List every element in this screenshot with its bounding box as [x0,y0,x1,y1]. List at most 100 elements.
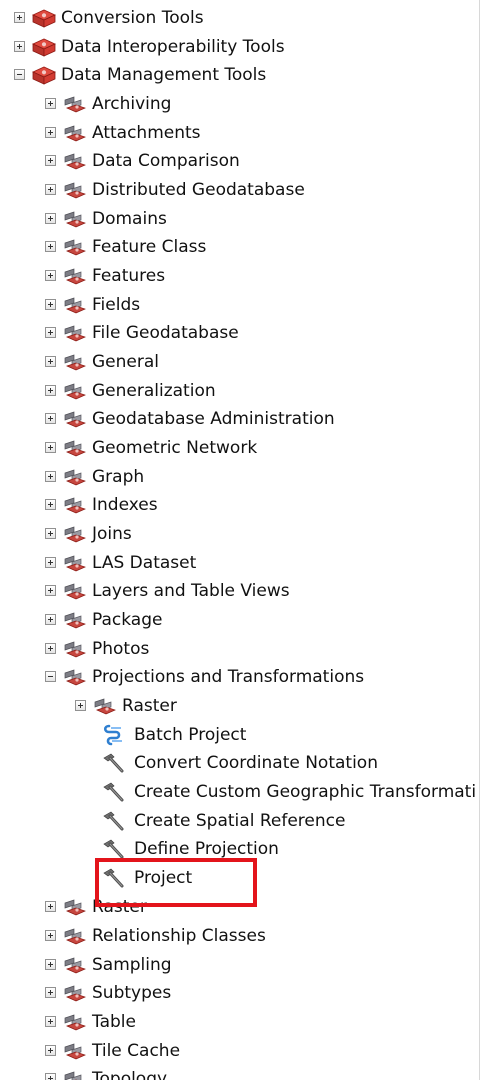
tree-item-data-comparison[interactable]: Data Comparison [0,146,240,175]
tree-item-data-management-tools[interactable]: Data Management Tools [0,60,266,89]
tool-convert-coordinate-notation[interactable]: Convert Coordinate Notation [0,748,378,777]
expand-button[interactable] [45,1045,56,1056]
expand-button[interactable] [45,471,56,482]
tree-item-projections-and-transformations[interactable]: Projections and Transformations [0,662,364,691]
tree-item-layers-and-table-views[interactable]: Layers and Table Views [0,576,290,605]
expand-button[interactable] [45,327,56,338]
toolset-icon [64,182,86,198]
expand-button[interactable] [45,959,56,970]
tree-item-label: Domains [92,208,167,229]
tool-project[interactable]: Project [0,863,192,892]
tree-item-projections-raster[interactable]: Raster [0,691,177,720]
tree-item-label: Geodatabase Administration [92,408,335,429]
toolset-icon [64,612,86,628]
expand-button[interactable] [14,41,25,52]
tree-item-features[interactable]: Features [0,261,165,290]
collapse-button[interactable] [14,69,25,80]
tree-item-topology[interactable]: Topology [0,1064,167,1080]
tree-item-label: Data Comparison [92,150,240,171]
tree-item-label: Raster [92,896,147,917]
expand-button[interactable] [45,442,56,453]
tree-item-attachments[interactable]: Attachments [0,118,201,147]
collapse-button[interactable] [45,671,56,682]
tree-item-label: Topology [92,1068,168,1080]
expand-button[interactable] [45,585,56,596]
tree-item-label: Layers and Table Views [92,580,290,601]
tree-item-file-geodatabase[interactable]: File Geodatabase [0,318,239,347]
expand-button[interactable] [45,299,56,310]
tree-item-label: Tile Cache [92,1040,181,1061]
tree-item-fields[interactable]: Fields [0,290,140,319]
tool-label: Batch Project [134,724,247,745]
tree-item-label: Conversion Tools [61,7,204,28]
expand-button[interactable] [75,700,86,711]
toolset-icon [64,1071,82,1080]
expand-button[interactable] [45,213,56,224]
expand-button[interactable] [45,643,56,654]
tree-item-subtypes[interactable]: Subtypes [0,978,171,1007]
tool-batch-project[interactable]: Batch Project [0,720,246,749]
tree-item-domains[interactable]: Domains [0,204,167,233]
tool-create-custom-geographic-transformation[interactable]: Create Custom Geographic Transformati [0,777,476,806]
tree-item-photos[interactable]: Photos [0,634,149,663]
tree-item-geodatabase-administration[interactable]: Geodatabase Administration [0,404,335,433]
tree-item-table[interactable]: Table [0,1007,136,1036]
tree-item-indexes[interactable]: Indexes [0,490,158,519]
tool-label: Convert Coordinate Notation [134,752,378,773]
expand-button[interactable] [45,241,56,252]
tree-item-raster[interactable]: Raster [0,892,147,921]
tree-item-label: Archiving [92,93,172,114]
tree-item-distributed-geodatabase[interactable]: Distributed Geodatabase [0,175,305,204]
toolset-icon [64,440,86,456]
tree-item-geometric-network[interactable]: Geometric Network [0,433,257,462]
toolset-icon [64,268,86,284]
expand-button[interactable] [14,12,25,23]
expand-button[interactable] [45,413,56,424]
tool-create-spatial-reference[interactable]: Create Spatial Reference [0,806,345,835]
tree-item-general[interactable]: General [0,347,159,376]
expand-button[interactable] [45,356,56,367]
expand-button[interactable] [45,930,56,941]
tree-item-conversion-tools[interactable]: Conversion Tools [0,3,204,32]
tree-item-tile-cache[interactable]: Tile Cache [0,1036,180,1065]
tree-item-joins[interactable]: Joins [0,519,132,548]
red-toolbox-icon [32,38,56,57]
tree-item-las-dataset[interactable]: LAS Dataset [0,548,196,577]
toolset-icon [64,96,86,112]
toolset-icon [64,1014,86,1030]
expand-button[interactable] [45,987,56,998]
tree-item-sampling[interactable]: Sampling [0,950,172,979]
expand-button[interactable] [45,614,56,625]
tree-item-graph[interactable]: Graph [0,462,144,491]
tree-item-package[interactable]: Package [0,605,162,634]
tool-label: Create Custom Geographic Transformati [134,781,477,802]
tool-define-projection[interactable]: Define Projection [0,834,279,863]
expand-button[interactable] [45,901,56,912]
expand-button[interactable] [45,184,56,195]
expand-button[interactable] [45,127,56,138]
expand-button[interactable] [45,270,56,281]
tree-item-data-interoperability-tools[interactable]: Data Interoperability Tools [0,32,285,61]
expand-button[interactable] [45,155,56,166]
toolset-icon [64,153,86,169]
hammer-tool-icon [103,839,124,858]
tree-item-feature-class[interactable]: Feature Class [0,232,206,261]
tree-item-archiving[interactable]: Archiving [0,89,171,118]
toolset-icon [64,555,86,571]
expand-button[interactable] [45,1073,56,1080]
tree-item-label: General [92,351,159,372]
tree-item-label: Sampling [92,954,172,975]
expand-button[interactable] [45,557,56,568]
tree-item-relationship-classes[interactable]: Relationship Classes [0,921,266,950]
toolset-icon [64,957,86,973]
tree-item-generalization[interactable]: Generalization [0,376,216,405]
hammer-tool-icon [103,782,124,801]
expand-button[interactable] [45,528,56,539]
expand-button[interactable] [45,1016,56,1027]
expand-button[interactable] [45,499,56,510]
toolset-icon [64,526,86,542]
toolset-icon [94,698,116,714]
expand-button[interactable] [45,385,56,396]
expand-button[interactable] [45,98,56,109]
toolset-icon [64,669,86,685]
